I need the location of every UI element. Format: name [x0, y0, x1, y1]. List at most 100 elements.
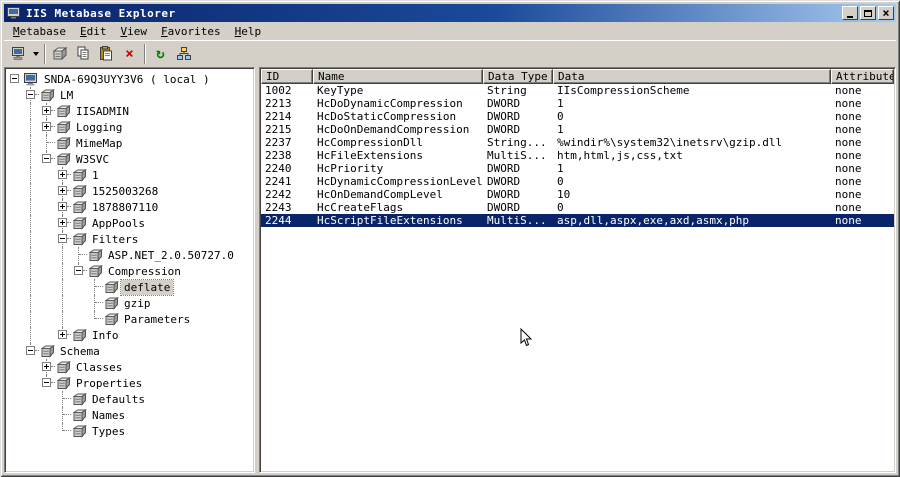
connect-button[interactable]: [7, 43, 30, 65]
metabase-key-icon: [55, 151, 73, 167]
cell-data: IIsCompressionScheme: [557, 84, 690, 97]
cell-id: 2243: [265, 201, 292, 214]
cell-data: 0: [557, 201, 564, 214]
tree-node-lm[interactable]: LM: [7, 87, 254, 103]
collapse-toggle[interactable]: [42, 154, 51, 163]
tree-node-label: MimeMap: [76, 136, 123, 150]
tree-node-label: Compression: [108, 264, 181, 278]
menu-help[interactable]: Help: [228, 23, 269, 40]
property-row-1002[interactable]: 1002 KeyType String IIsCompressionScheme non…: [261, 84, 894, 97]
permissions-button[interactable]: [172, 43, 195, 65]
window-title: IIS Metabase Explorer: [26, 6, 176, 20]
expand-toggle[interactable]: [58, 218, 67, 227]
cell-id: 2238: [265, 149, 292, 162]
cell-id: 2242: [265, 188, 292, 201]
collapse-toggle[interactable]: [74, 266, 83, 275]
connect-dropdown-caret[interactable]: [30, 43, 41, 65]
property-row-2241[interactable]: 2241 HcDynamicCompressionLevel DWORD 0 none: [261, 175, 894, 188]
tree-node-properties[interactable]: Properties: [7, 375, 254, 391]
expand-toggle[interactable]: [42, 122, 51, 131]
cell-data-type: DWORD: [487, 123, 521, 136]
tree-node-1878807110[interactable]: 1878807110: [7, 199, 254, 215]
menu-favorites[interactable]: Favorites: [154, 23, 228, 40]
tree-node-parameters[interactable]: Parameters: [7, 311, 254, 327]
menu-metabase[interactable]: Metabase: [6, 23, 73, 40]
copy-button[interactable]: [72, 43, 95, 65]
tree-node-w3svc[interactable]: W3SVC: [7, 151, 254, 167]
expand-toggle[interactable]: [42, 106, 51, 115]
property-row-2242[interactable]: 2242 HcOnDemandCompLevel DWORD 10 none: [261, 188, 894, 201]
property-row-2237[interactable]: 2237 HcCompressionDll String... %windir%\sy…: [261, 136, 894, 149]
tree-node-info[interactable]: Info: [7, 327, 254, 343]
property-row-2240[interactable]: 2240 HcPriority DWORD 1 none: [261, 162, 894, 175]
tree-node-1[interactable]: 1: [7, 167, 254, 183]
expand-toggle[interactable]: [58, 202, 67, 211]
close-button[interactable]: ×: [878, 6, 894, 20]
tree-node-label: Logging: [76, 120, 123, 134]
metabase-key-icon: [55, 135, 73, 151]
tree-node-names[interactable]: Names: [7, 407, 254, 423]
cell-data: 0: [557, 110, 564, 123]
column-header-data-type[interactable]: Data Type: [483, 69, 553, 84]
metabase-key-icon: [39, 87, 57, 103]
column-header-name[interactable]: Name: [313, 69, 483, 84]
metabase-key-icon: [55, 103, 73, 119]
delete-button[interactable]: ×: [118, 43, 141, 65]
menu-edit[interactable]: Edit: [73, 23, 114, 40]
tree-node-filters[interactable]: Filters: [7, 231, 254, 247]
cell-data-type: DWORD: [487, 162, 521, 175]
collapse-toggle[interactable]: [42, 378, 51, 387]
property-row-2243[interactable]: 2243 HcCreateFlags DWORD 0 none: [261, 201, 894, 214]
tree-node-label: Classes: [76, 360, 123, 374]
property-row-2213[interactable]: 2213 HcDoDynamicCompression DWORD 1 none: [261, 97, 894, 110]
tree-node-iisadmin[interactable]: IISADMIN: [7, 103, 254, 119]
tree-node-apppools[interactable]: AppPools: [7, 215, 254, 231]
tree-node-classes[interactable]: Classes: [7, 359, 254, 375]
expand-toggle[interactable]: [58, 186, 67, 195]
tree-node-types[interactable]: Types: [7, 423, 254, 439]
property-row-2244[interactable]: 2244 HcScriptFileExtensions MultiS... asp,d…: [261, 214, 894, 227]
tree-node-gzip[interactable]: gzip: [7, 295, 254, 311]
list-rows: 1002 KeyType String IIsCompressionScheme non…: [261, 84, 894, 471]
refresh-button[interactable]: ↻: [149, 43, 172, 65]
paste-button[interactable]: [95, 43, 118, 65]
tree-node-label: AppPools: [92, 216, 145, 230]
tree-node-snda-69q3uyy3v6-local[interactable]: SNDA-69Q3UYY3V6 ( local ): [7, 71, 254, 87]
column-header-data[interactable]: Data: [553, 69, 831, 84]
tree-node-defaults[interactable]: Defaults: [7, 391, 254, 407]
property-row-2215[interactable]: 2215 HcDoOnDemandCompression DWORD 1 none: [261, 123, 894, 136]
column-header-id[interactable]: ID: [261, 69, 313, 84]
tree-node-asp-net-2-0-50727-0[interactable]: ASP.NET_2.0.50727.0: [7, 247, 254, 263]
menu-view[interactable]: View: [113, 23, 154, 40]
tree-node-mimemap[interactable]: MimeMap: [7, 135, 254, 151]
new-key-button[interactable]: [49, 43, 72, 65]
collapse-toggle[interactable]: [10, 74, 19, 83]
tree-node-compression[interactable]: Compression: [7, 263, 254, 279]
tree-node-label: Defaults: [92, 392, 145, 406]
property-row-2238[interactable]: 2238 HcFileExtensions MultiS... htm,html,js…: [261, 149, 894, 162]
collapse-toggle[interactable]: [26, 346, 35, 355]
tree-node-1525003268[interactable]: 1525003268: [7, 183, 254, 199]
cell-name: HcOnDemandCompLevel: [317, 188, 443, 201]
tree-node-deflate[interactable]: deflate: [7, 278, 254, 296]
cell-name: HcDoDynamicCompression: [317, 97, 463, 110]
property-row-2214[interactable]: 2214 HcDoStaticCompression DWORD 0 none: [261, 110, 894, 123]
collapse-toggle[interactable]: [26, 90, 35, 99]
tree-node-label: Properties: [76, 376, 143, 390]
column-header-attributes[interactable]: Attributes: [831, 69, 894, 84]
tree-node-schema[interactable]: Schema: [7, 343, 254, 359]
cell-id: 2241: [265, 175, 292, 188]
delete-icon: ×: [125, 45, 134, 62]
metabase-key-icon: [55, 359, 73, 375]
tree-node-label: IISADMIN: [76, 104, 129, 118]
tree-node-logging[interactable]: Logging: [7, 119, 254, 135]
window-controls: ×: [842, 6, 894, 20]
metabase-key-icon: [71, 391, 89, 407]
title-bar[interactable]: IIS Metabase Explorer ×: [4, 4, 896, 22]
expand-toggle[interactable]: [42, 362, 51, 371]
minimize-button[interactable]: [842, 6, 858, 20]
collapse-toggle[interactable]: [58, 234, 67, 243]
expand-toggle[interactable]: [58, 170, 67, 179]
expand-toggle[interactable]: [58, 330, 67, 339]
maximize-button[interactable]: [860, 6, 876, 20]
